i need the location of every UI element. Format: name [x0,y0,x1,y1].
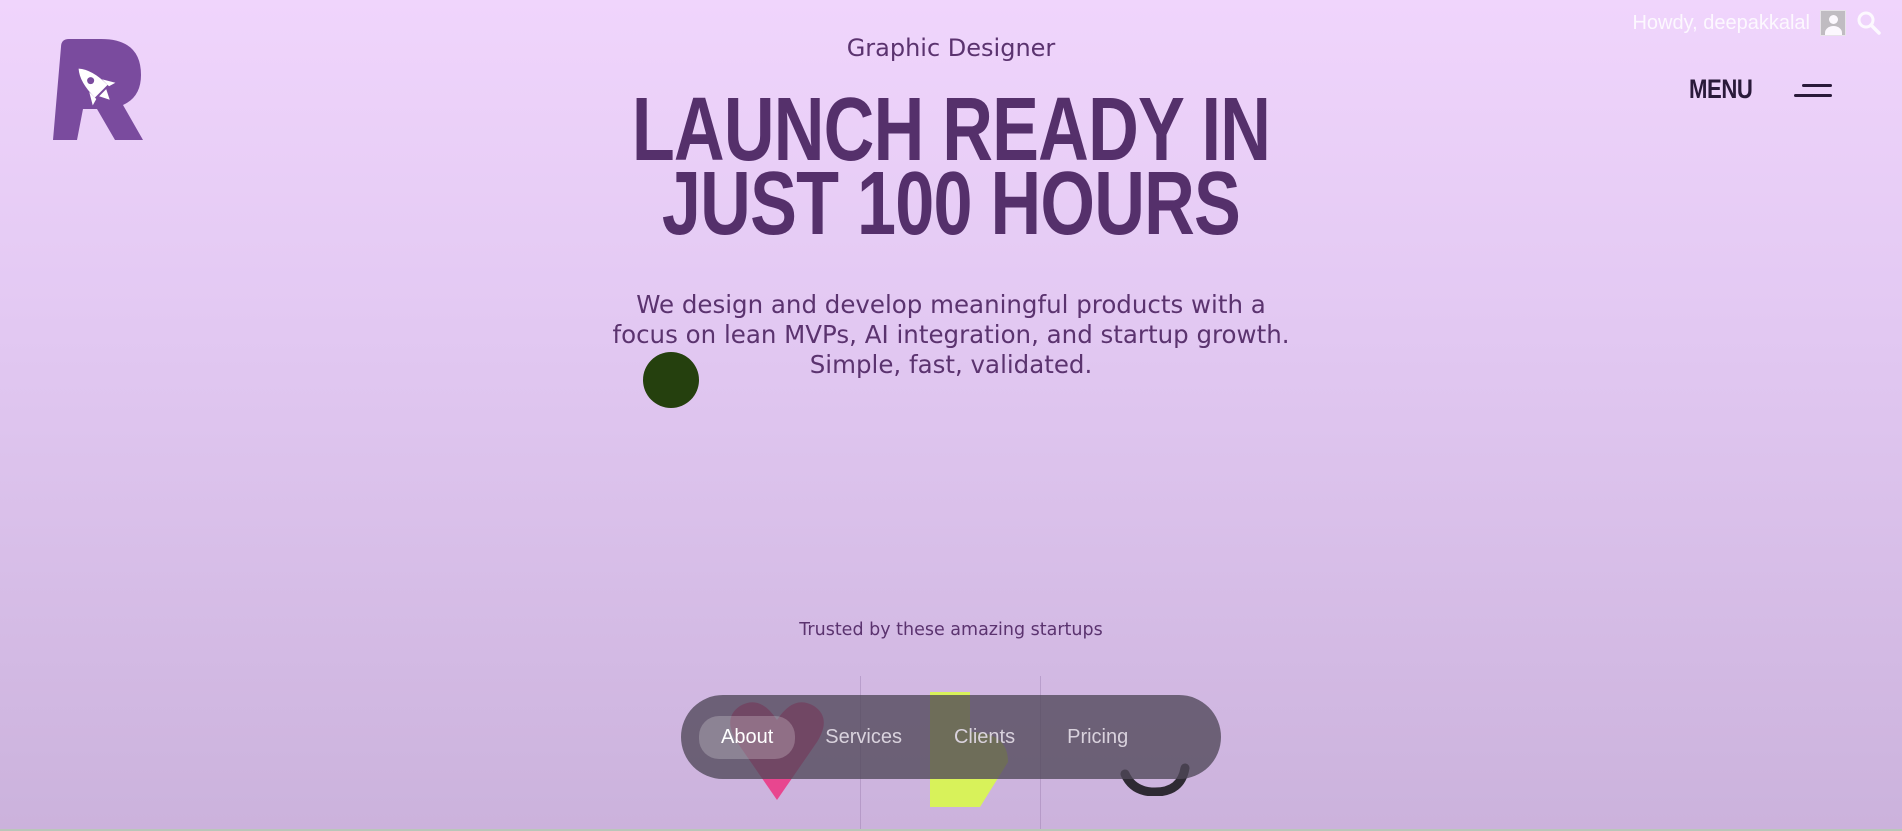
search-icon[interactable] [1856,10,1882,36]
trusted-label: Trusted by these amazing startups [799,620,1103,640]
nav-pricing[interactable]: Pricing [1045,716,1150,759]
user-avatar-icon[interactable] [1820,10,1846,36]
hero-lead: We design and develop meaningful product… [612,290,1290,379]
nav-clients[interactable]: Clients [932,716,1037,759]
hero-headline: LAUNCH READY IN JUST 100 HOURS [209,85,1693,249]
headline-line-2: JUST 100 HOURS [661,154,1241,254]
menu-button[interactable]: MENU [1675,74,1832,105]
hamburger-icon[interactable] [1794,81,1832,99]
custom-cursor [643,352,699,408]
menu-label[interactable]: MENU [1688,74,1752,105]
hero-subtitle: Graphic Designer [846,34,1056,62]
nav-about[interactable]: About [699,715,796,759]
nav-services[interactable]: Services [803,716,924,759]
admin-bar: Howdy, deepakkalal [1632,10,1882,36]
bottom-nav: About Services Clients Pricing [681,695,1221,779]
admin-greeting[interactable]: Howdy, deepakkalal [1632,12,1810,35]
